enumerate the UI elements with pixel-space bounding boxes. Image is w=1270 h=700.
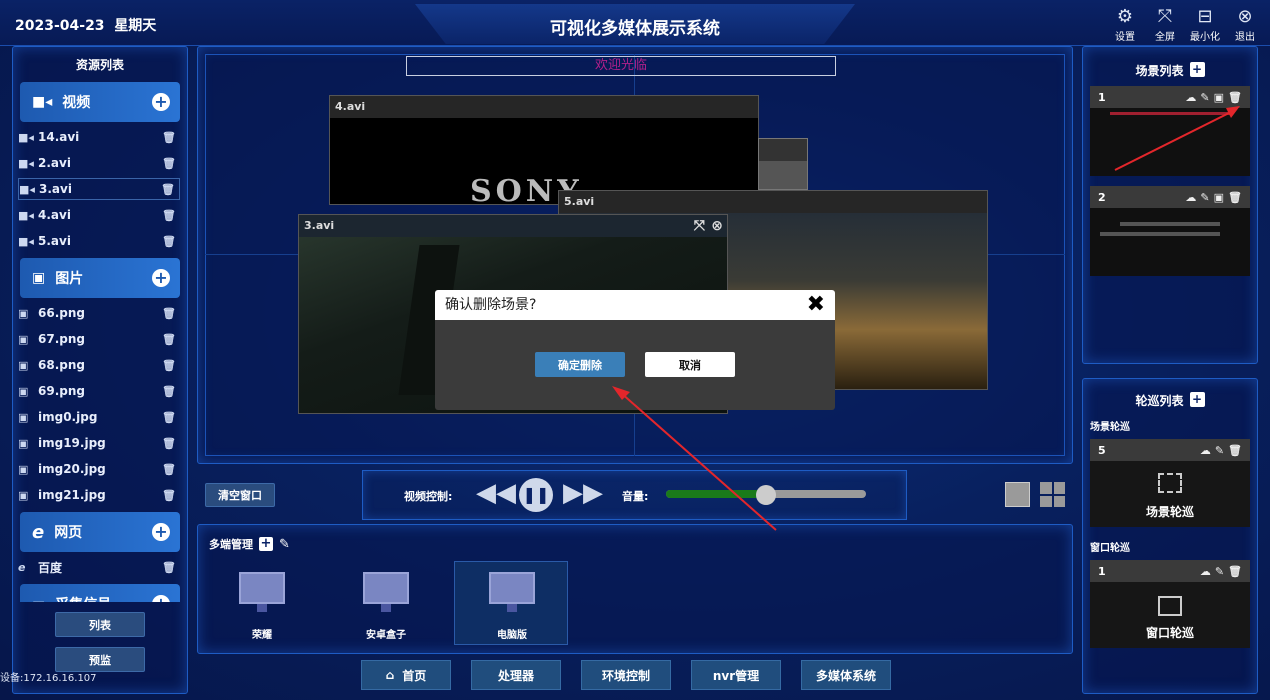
annotation-arrows [612, 106, 1240, 531]
